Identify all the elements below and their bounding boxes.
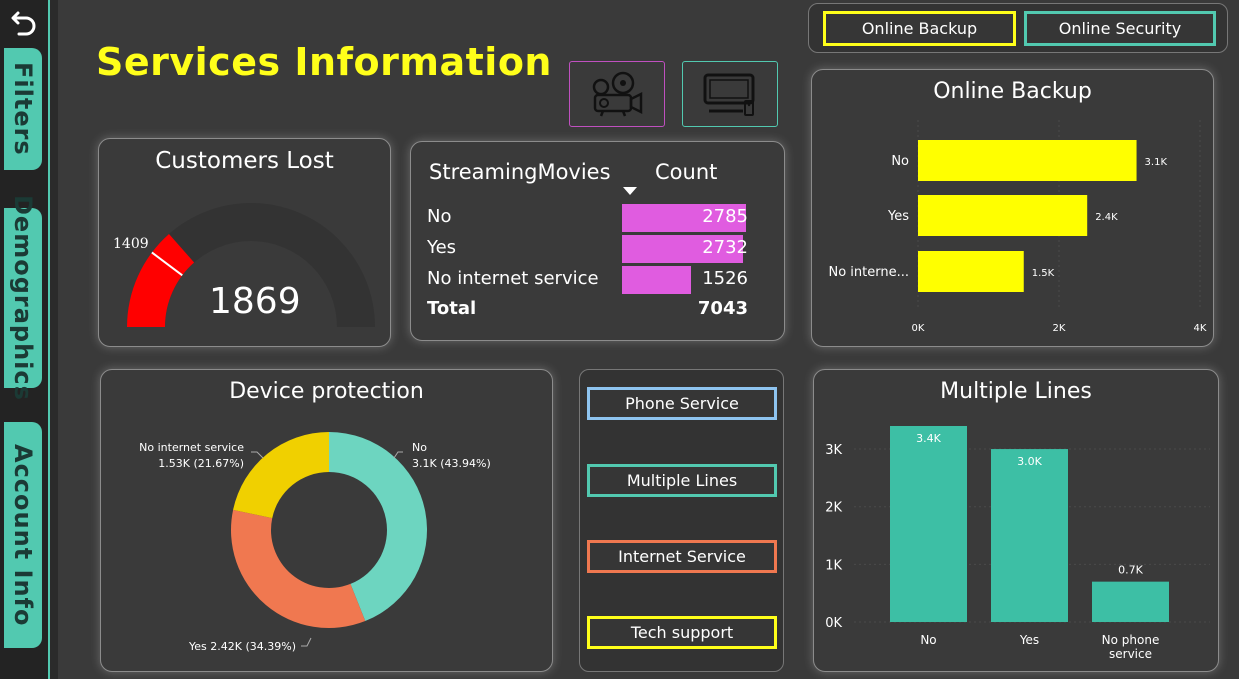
side-nav: Filters Demographics Account Info	[0, 0, 50, 679]
x-tick-label: 0K	[912, 323, 925, 334]
device-protection-chart: No 3.1K (43.94%) No internet service 1.53K …	[139, 432, 491, 653]
data-label: 3.1K	[1145, 157, 1168, 168]
tab-filters[interactable]: Filters	[4, 48, 42, 170]
table-row[interactable]: Yes 2732	[427, 235, 748, 263]
table-row-label: Yes	[427, 237, 457, 258]
tech-support-button[interactable]: Tech support	[587, 616, 777, 649]
table-row-value: 2785	[702, 206, 748, 227]
tab-account-info-label: Account Info	[9, 443, 37, 627]
data-label: 1.5K	[1032, 268, 1055, 279]
data-label: 3.0K	[1017, 455, 1042, 468]
leader-line	[393, 451, 403, 459]
tab-demographics[interactable]: Demographics	[4, 195, 42, 401]
gauge-target-label: 1409	[113, 236, 149, 252]
table-row-bar	[622, 266, 691, 294]
data-label: 0.7K	[1118, 564, 1143, 577]
tv-icon	[703, 73, 755, 116]
customers-lost-value: 1869	[209, 281, 301, 322]
online-backup-button[interactable]: Online Backup	[823, 11, 1016, 46]
category-label: Yes	[1019, 633, 1039, 647]
leader-line	[251, 451, 264, 459]
y-tick-label: 1K	[825, 558, 842, 573]
device-protection-card: Device protection No 3.1K (43.94%) No inte…	[100, 369, 553, 672]
internet-service-button[interactable]: Internet Service	[587, 540, 777, 573]
category-label: No	[891, 154, 909, 169]
donut-slice	[231, 509, 366, 628]
streaming-movies-table: StreamingMovies Count No 2785 Yes 2732 No in…	[410, 141, 785, 341]
category-label: No interne...	[828, 265, 909, 280]
movie-projector-icon	[592, 71, 643, 117]
customers-lost-card: Customers Lost 1409 1869	[98, 138, 391, 347]
table-row-label: No	[427, 206, 452, 227]
phone-service-button[interactable]: Phone Service	[587, 387, 777, 420]
leader-line	[301, 637, 312, 647]
tab-filters-label: Filters	[9, 62, 37, 156]
x-tick-label: 2K	[1053, 323, 1066, 334]
online-backup-label: Online Backup	[861, 19, 978, 38]
bar	[991, 449, 1068, 622]
top-slicer-panel: Online Backup Online Security	[808, 3, 1228, 53]
category-label: No phone	[1102, 633, 1160, 647]
table-row-value: 1526	[702, 268, 748, 289]
tab-demographics-label: Demographics	[9, 195, 37, 401]
internet-service-label: Internet Service	[618, 547, 746, 566]
bar	[1092, 581, 1169, 622]
tab-account-info[interactable]: Account Info	[4, 422, 42, 648]
category-label: Yes	[887, 209, 909, 224]
tech-support-label: Tech support	[630, 623, 734, 642]
bar	[918, 140, 1137, 181]
multiple-lines-chart: 0K 1K 2K 3K 3.4K No 3.0K Yes 0.7K No phoneservice	[825, 426, 1210, 661]
multiple-lines-chart-card: Multiple Lines 0K 1K 2K 3K 3.4K No 3.0K Yes 0.7K…	[813, 369, 1219, 672]
multiple-lines-label: Multiple Lines	[626, 471, 738, 490]
multiple-lines-button[interactable]: Multiple Lines	[587, 464, 777, 497]
table-row[interactable]: No 2785	[427, 204, 748, 232]
table-row[interactable]: No internet service 1526	[427, 266, 748, 294]
slice-label: No	[412, 441, 427, 454]
undo-arrow-icon	[11, 11, 36, 36]
back-button[interactable]	[6, 4, 42, 40]
donut-slice	[233, 432, 329, 519]
data-label: 3.4K	[916, 432, 941, 445]
category-label: No	[920, 633, 936, 647]
bar	[890, 426, 967, 622]
online-backup-chart-card: Online Backup No 3.1K Yes 2.4K No interne...…	[811, 69, 1214, 347]
page-title: Services Information	[96, 40, 552, 84]
online-security-label: Online Security	[1058, 19, 1182, 38]
table-total-row: Total 7043	[427, 296, 748, 324]
service-nav-panel: Phone Service Multiple Lines Internet Serv…	[579, 369, 784, 672]
slice-label: Yes 2.42K (34.39%)	[188, 640, 296, 653]
table-total-label: Total	[427, 298, 477, 319]
sort-desc-icon[interactable]	[623, 187, 637, 195]
y-tick-label: 2K	[825, 501, 842, 516]
phone-service-label: Phone Service	[625, 394, 739, 413]
table-header-count: Count	[655, 160, 718, 184]
slice-label: No internet service	[139, 441, 244, 454]
y-tick-label: 3K	[825, 443, 842, 458]
y-tick-label: 0K	[825, 616, 842, 631]
table-header-category: StreamingMovies	[429, 160, 611, 184]
bar	[918, 195, 1088, 236]
data-label: 2.4K	[1095, 212, 1118, 223]
x-tick-label: 4K	[1194, 323, 1207, 334]
online-backup-chart: No 3.1K Yes 2.4K No interne... 1.5K 0K 2K 4K	[828, 120, 1207, 334]
streaming-movies-button[interactable]	[569, 61, 665, 127]
table-row-value: 2732	[702, 237, 748, 258]
table-row-label: No internet service	[427, 268, 599, 289]
slice-value: 1.53K (21.67%)	[158, 457, 244, 470]
category-label: service	[1109, 647, 1152, 661]
slice-value: 3.1K (43.94%)	[412, 457, 491, 470]
online-security-button[interactable]: Online Security	[1024, 11, 1216, 46]
streaming-tv-button[interactable]	[682, 61, 778, 127]
bar	[918, 251, 1024, 292]
table-total-value: 7043	[697, 298, 748, 319]
